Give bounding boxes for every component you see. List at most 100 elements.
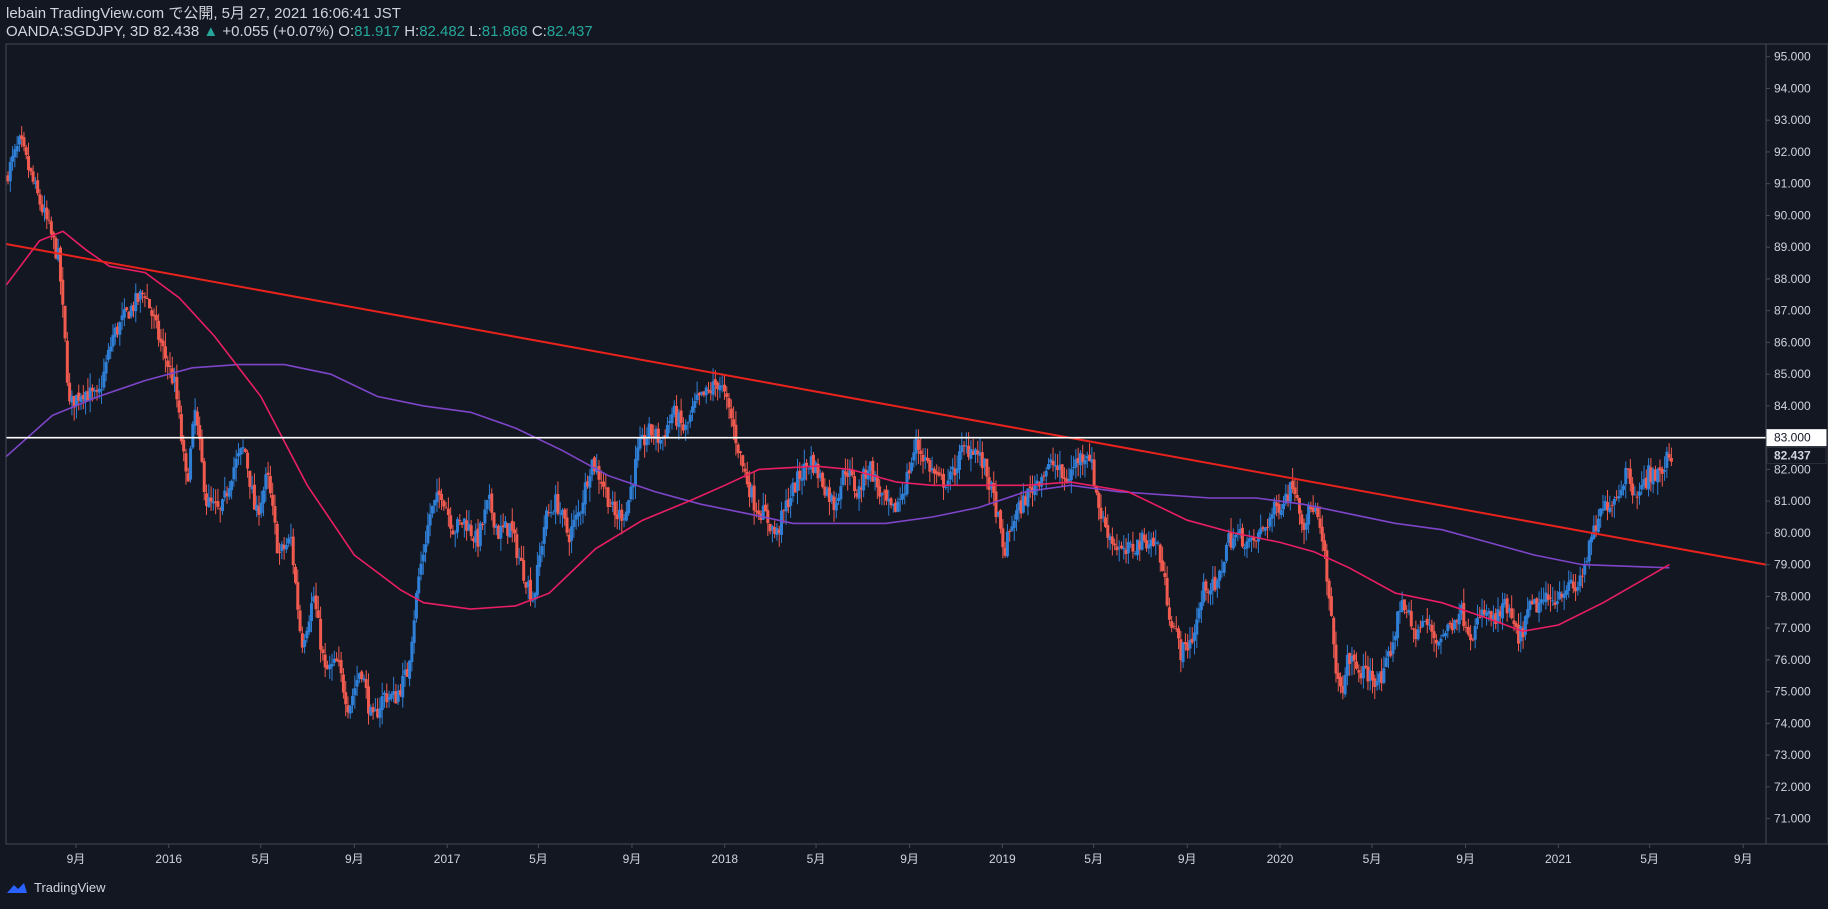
price-chart[interactable]: 71.000 72.000 73.000 74.000 75.000 76.000 77.0… (0, 0, 1828, 909)
candle-body (766, 510, 770, 523)
price-labels: 83.000 82.437 (1766, 429, 1827, 465)
price-tick-label: 89.000 (1774, 240, 1811, 254)
price-tick-label: 85.000 (1774, 367, 1811, 381)
candle-body (36, 180, 40, 194)
candle-body (157, 320, 161, 340)
candle-body (408, 660, 412, 679)
candle-body (1334, 644, 1338, 674)
candle-body (1637, 491, 1641, 496)
candle-body (780, 510, 784, 535)
candle-body (1327, 580, 1331, 599)
candle-body (572, 519, 576, 528)
candle-body (8, 161, 12, 182)
candle-body (209, 497, 213, 502)
candle-body (104, 361, 108, 374)
candle-body (1526, 609, 1530, 619)
brand-label[interactable]: TradingView (34, 880, 106, 895)
candle-body (341, 674, 345, 693)
candle-body (757, 510, 761, 515)
candle-body (880, 493, 884, 496)
price-tick-label: 80.000 (1774, 526, 1811, 540)
candle-body (718, 385, 722, 391)
candle-body (1001, 528, 1005, 548)
time-tick-label: 5月 (1084, 852, 1103, 866)
candle-body (195, 411, 199, 426)
candle-body (1131, 543, 1135, 552)
candle-body (1167, 607, 1171, 620)
price-tick-label: 81.000 (1774, 494, 1811, 508)
candle-body (458, 520, 462, 522)
candle-body (1325, 550, 1329, 582)
candle-body (1008, 531, 1012, 533)
candle-body (1297, 497, 1301, 514)
candle-body (296, 582, 300, 610)
candle-body (278, 551, 282, 553)
candle-body (1005, 531, 1009, 557)
candle-body (177, 400, 181, 413)
candle-body (1583, 564, 1587, 575)
candle-body (1608, 507, 1612, 513)
candle-body (102, 371, 106, 388)
candle-body (670, 414, 674, 424)
candle-body (259, 502, 263, 514)
candle-body (1555, 601, 1559, 605)
candle-body (314, 595, 318, 610)
candle-body (1612, 498, 1616, 505)
time-tick-label: 9月 (345, 852, 364, 866)
price-tick-label: 79.000 (1774, 558, 1811, 572)
price-tick-label: 87.000 (1774, 304, 1811, 318)
candle-body (1580, 575, 1584, 577)
time-tick-label: 2018 (711, 852, 738, 866)
candle-body (1097, 492, 1101, 508)
candle-body (944, 486, 948, 488)
candle-body (417, 576, 421, 594)
candle-body (522, 560, 526, 581)
candle-body (636, 447, 640, 461)
candle-body (729, 408, 733, 419)
candle-body (1156, 542, 1160, 544)
candle-body (401, 675, 405, 698)
candle-body (1195, 619, 1199, 635)
close-label: C: (531, 23, 547, 40)
candle-body (1316, 507, 1320, 518)
price-tick-label: 73.000 (1774, 748, 1811, 762)
price-tick-label: 90.000 (1774, 208, 1811, 222)
price-tick-label: 94.000 (1774, 81, 1811, 95)
candle-body (1409, 611, 1413, 627)
candle-body (1204, 581, 1208, 591)
candle-body (1564, 590, 1568, 595)
candle-body (1667, 454, 1671, 458)
price-tick-label: 71.000 (1774, 812, 1811, 826)
candle-body (1282, 503, 1286, 510)
candle-body (490, 493, 494, 513)
candle-body (1224, 544, 1228, 561)
candle-body (853, 476, 857, 492)
candle-body (360, 671, 364, 680)
candle-body (330, 663, 334, 667)
candle-body (535, 564, 539, 596)
candle-body (154, 314, 158, 321)
candle-body (428, 514, 432, 526)
candle-body (513, 529, 517, 534)
candle-body (1382, 668, 1386, 683)
candle-body (565, 517, 569, 533)
candle-body (1432, 631, 1436, 639)
candle-body (743, 468, 747, 472)
candle-body (1165, 577, 1169, 606)
candle-body (239, 448, 243, 455)
candle-body (722, 384, 726, 392)
candle-body (631, 485, 635, 488)
candle-body (97, 388, 101, 393)
candle-body (1578, 575, 1582, 587)
candle-body (291, 536, 295, 566)
price-tick-label: 77.000 (1774, 621, 1811, 635)
candle-body (510, 520, 514, 531)
candle-body (1046, 463, 1050, 470)
candle-body (1624, 467, 1628, 485)
candle-body (232, 467, 236, 480)
trendline[interactable] (5, 243, 1767, 566)
candle-body (451, 530, 455, 535)
symbol-label[interactable]: OANDA:SGDJPY, 3D (6, 23, 149, 40)
candle-body (1234, 534, 1238, 538)
candle-body (319, 618, 323, 650)
